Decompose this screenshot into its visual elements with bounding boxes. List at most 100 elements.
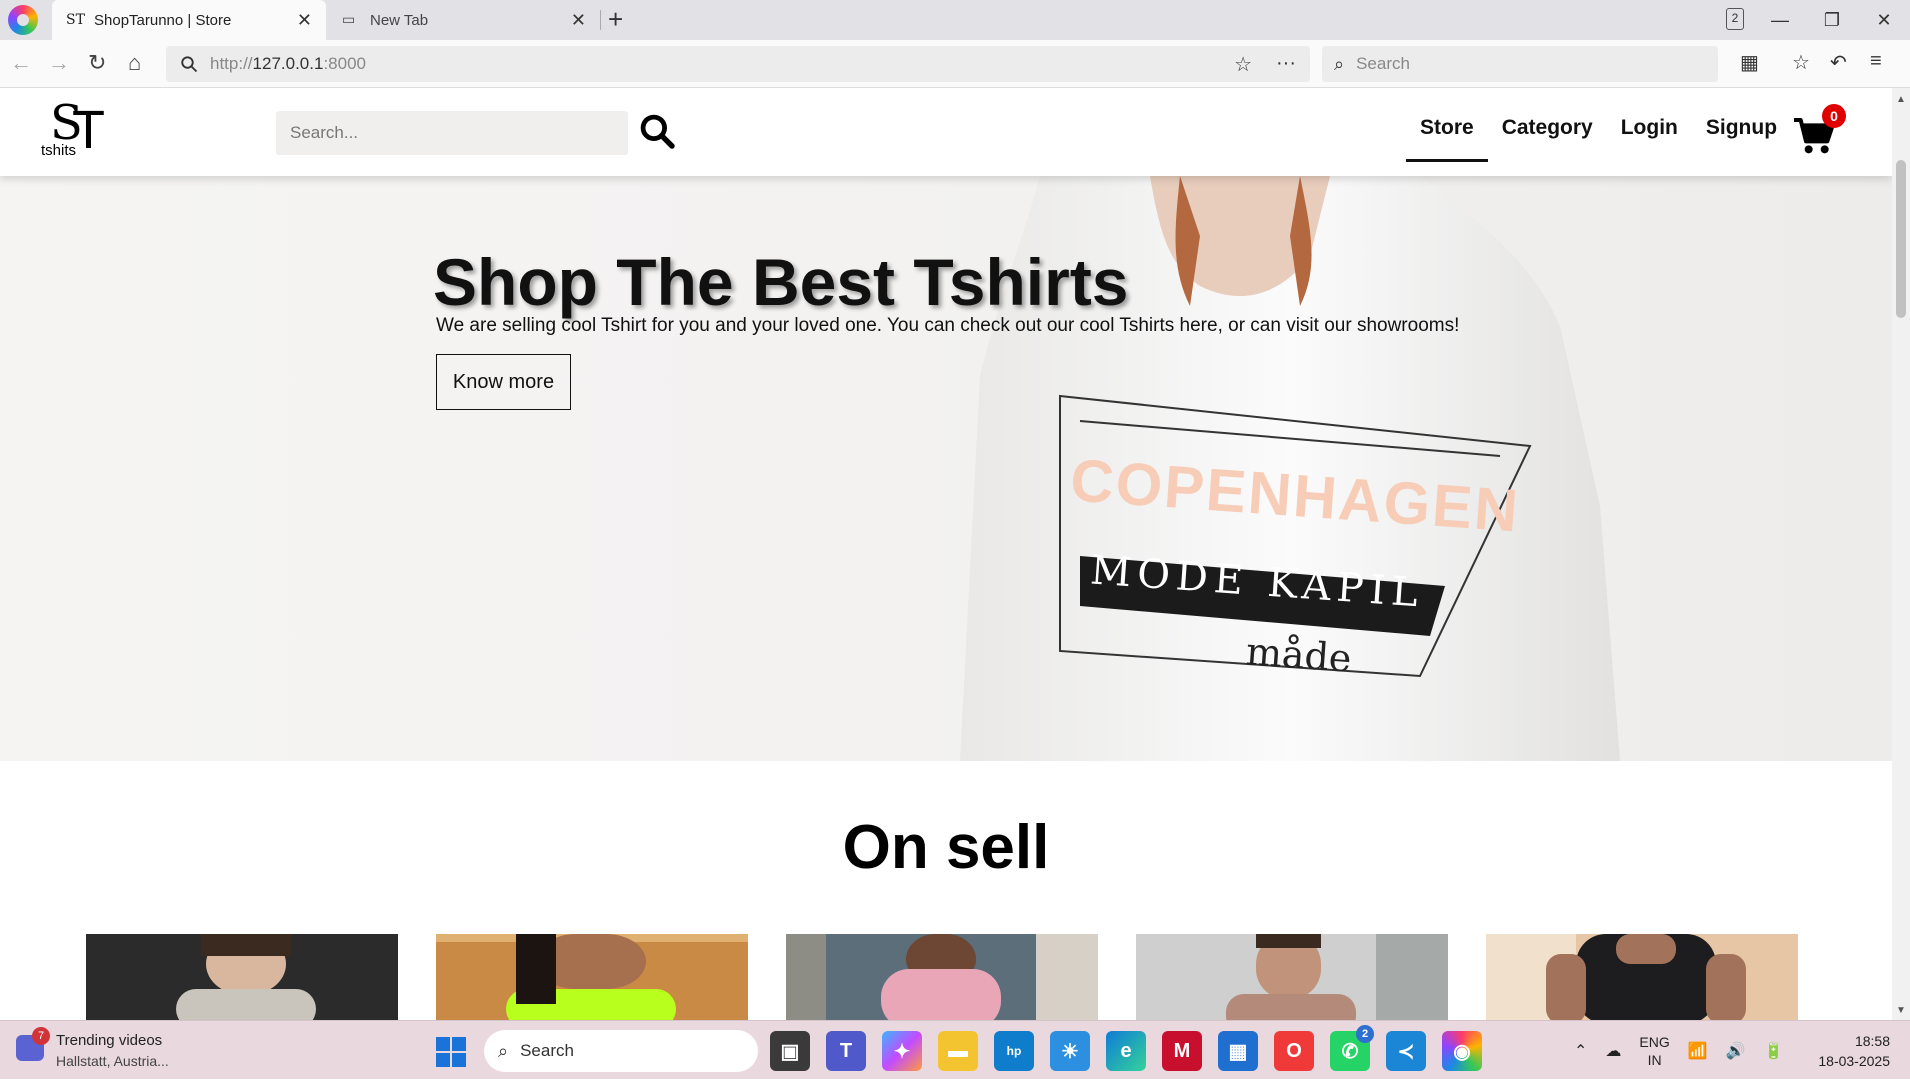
store-icon[interactable]: ▦: [1218, 1031, 1258, 1071]
logo-text: tshits: [41, 142, 77, 159]
product-image: [436, 934, 748, 1020]
menu-icon[interactable]: ≡: [1870, 50, 1882, 73]
forward-arrow-icon[interactable]: →: [48, 50, 70, 76]
reload-icon[interactable]: ↻: [88, 50, 106, 76]
main-nav: Store Category Login Signup: [1406, 116, 1791, 162]
tab-title: ShopTarunno | Store: [94, 11, 232, 29]
undo-icon[interactable]: ↶: [1830, 50, 1847, 75]
vscode-icon[interactable]: ≺: [1386, 1031, 1426, 1071]
mcafee-icon[interactable]: M: [1162, 1031, 1202, 1071]
web-page: S T tshits Store Category Login Signup 0: [0, 88, 1892, 1020]
site-navbar: S T tshits Store Category Login Signup 0: [0, 88, 1892, 176]
product-image: [86, 934, 398, 1020]
browser-menu-logo-icon[interactable]: [8, 5, 38, 35]
section-title: On sell: [842, 813, 1050, 882]
search-icon: ⌕: [1334, 53, 1345, 74]
site-logo[interactable]: S T tshits: [40, 98, 110, 164]
widgets-button[interactable]: 7 Trending videos Hallstatt, Austria...: [16, 1027, 169, 1071]
clock-date: 18-03-2025: [1818, 1053, 1890, 1069]
back-arrow-icon[interactable]: ←: [10, 50, 32, 76]
product-card[interactable]: [436, 934, 748, 1020]
myhp-icon[interactable]: hp: [994, 1031, 1034, 1071]
onedrive-cloud-icon[interactable]: ☁: [1605, 1041, 1621, 1061]
opera-icon[interactable]: O: [1274, 1031, 1314, 1071]
volume-icon[interactable]: 🔊: [1726, 1041, 1746, 1061]
tab-new-tab[interactable]: ▭ New Tab ✕: [328, 0, 600, 40]
restore-icon[interactable]: ❐: [1806, 10, 1858, 31]
whatsapp-icon[interactable]: ✆ 2: [1330, 1025, 1374, 1071]
clock-time: 18:58: [1854, 1033, 1890, 1049]
know-more-button[interactable]: Know more: [436, 354, 571, 410]
tab-divider: [600, 10, 601, 30]
file-explorer-icon[interactable]: ▬: [938, 1031, 978, 1071]
hero-title: Shop The Best Tshirts: [433, 245, 1129, 319]
battery-icon[interactable]: 🔋: [1764, 1041, 1784, 1061]
close-tab-icon[interactable]: ✕: [571, 10, 586, 31]
clock[interactable]: 18:58 18-03-2025: [1818, 1031, 1890, 1071]
hero-subtitle: We are selling cool Tshirt for you and y…: [436, 315, 1460, 336]
extensions-grid-icon[interactable]: ▦: [1740, 50, 1759, 75]
scroll-up-icon[interactable]: ▲: [1896, 94, 1906, 105]
product-image: [1136, 934, 1448, 1020]
tab-strip: ST ShopTarunno | Store ✕ ▭ New Tab ✕ + 2…: [0, 0, 1910, 40]
product-cards: [86, 934, 1798, 1020]
start-windows-icon[interactable]: [436, 1037, 466, 1067]
product-card[interactable]: [1136, 934, 1448, 1020]
search-icon: ⌕: [498, 1040, 509, 1061]
taskbar-search-label: Search: [520, 1041, 574, 1060]
site-search-input[interactable]: [276, 111, 628, 155]
browser-search-input[interactable]: ⌕ Search: [1322, 46, 1718, 82]
task-view-icon[interactable]: ▣: [770, 1031, 810, 1071]
search-icon: [181, 56, 198, 73]
product-card[interactable]: [786, 934, 1098, 1020]
product-image: [786, 934, 1098, 1020]
product-image: [1486, 934, 1798, 1020]
site-favicon-icon: ST: [66, 12, 85, 28]
nav-store[interactable]: Store: [1406, 116, 1488, 162]
search-icon[interactable]: [638, 112, 676, 150]
close-window-icon[interactable]: ✕: [1858, 10, 1910, 31]
widgets-icon: 7: [16, 1027, 50, 1061]
windows-taskbar: 7 Trending videos Hallstatt, Austria... …: [0, 1020, 1910, 1079]
browser-icon[interactable]: ◉: [1442, 1031, 1482, 1071]
tab-shoptarunno[interactable]: ST ShopTarunno | Store ✕: [52, 0, 326, 40]
system-tray: ⌃ ☁ ENG IN 📶 🔊 🔋: [1574, 1021, 1784, 1080]
minimize-icon[interactable]: —: [1754, 10, 1806, 31]
tab-count-icon[interactable]: 2: [1726, 8, 1744, 30]
whatsapp-badge: 2: [1356, 1025, 1374, 1043]
language-indicator[interactable]: ENG IN: [1639, 1033, 1669, 1069]
scroll-down-icon[interactable]: ▼: [1896, 1005, 1906, 1016]
window-controls: — ❐ ✕: [1754, 0, 1910, 40]
favorites-icon[interactable]: ☆: [1792, 50, 1810, 75]
edge-icon[interactable]: e: [1106, 1031, 1146, 1071]
chevron-up-icon[interactable]: ⌃: [1574, 1041, 1587, 1061]
new-tab-icon: ▭: [342, 12, 356, 28]
widget-badge: 7: [32, 1027, 50, 1045]
weather-icon[interactable]: ☀: [1050, 1031, 1090, 1071]
url-text: http://127.0.0.1:8000: [210, 54, 366, 73]
cart-count-badge: 0: [1822, 104, 1846, 128]
close-tab-icon[interactable]: ✕: [297, 10, 312, 31]
taskbar-apps: ▣ T ✦ ▬ hp ☀ e M ▦ O ✆ 2 ≺ ◉: [770, 1025, 1482, 1071]
nav-category[interactable]: Category: [1488, 116, 1607, 162]
product-card[interactable]: [86, 934, 398, 1020]
more-options-icon[interactable]: ···: [1276, 52, 1296, 77]
address-bar[interactable]: http://127.0.0.1:8000 ☆ ···: [166, 46, 1310, 82]
home-icon[interactable]: ⌂: [128, 50, 141, 76]
nav-signup[interactable]: Signup: [1692, 116, 1791, 162]
new-tab-plus-icon[interactable]: +: [608, 4, 623, 35]
widget-title: Trending videos: [56, 1032, 163, 1049]
page-scrollbar[interactable]: ▲ ▼: [1892, 88, 1910, 1020]
product-card[interactable]: [1486, 934, 1798, 1020]
logo-letter-t: T: [72, 100, 105, 160]
shirt-print-made: måde: [1244, 629, 1353, 681]
copilot-icon[interactable]: ✦: [882, 1031, 922, 1071]
scroll-thumb[interactable]: [1896, 160, 1906, 318]
teams-icon[interactable]: T: [826, 1031, 866, 1071]
widget-subtitle: Hallstatt, Austria...: [56, 1053, 169, 1069]
taskbar-search[interactable]: ⌕ Search: [484, 1030, 758, 1072]
nav-login[interactable]: Login: [1607, 116, 1692, 162]
wifi-icon[interactable]: 📶: [1688, 1041, 1708, 1061]
tab-title: New Tab: [370, 11, 429, 29]
bookmark-star-icon[interactable]: ☆: [1234, 52, 1252, 77]
